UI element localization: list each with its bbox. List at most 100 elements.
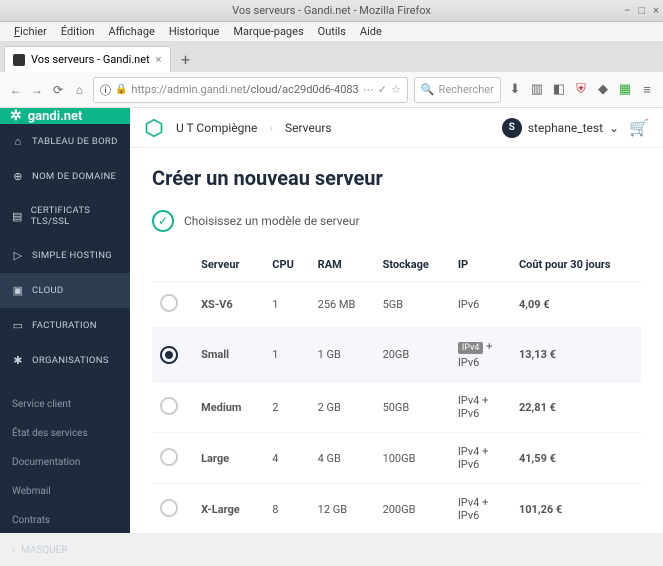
globe-icon: ⊕ [12,170,24,183]
cell-storage: 20GB [375,328,450,382]
ext2-icon[interactable]: ▦ [617,82,633,98]
brand-text: gandi.net [28,109,83,124]
sidebar-item-billing[interactable]: ▭FACTURATION [0,308,130,343]
content: Créer un nouveau serveur ✓ Choisissez un… [130,148,663,533]
forward-button[interactable]: → [29,80,44,100]
sidebar-item-label: TABLEAU DE BORD [32,136,118,147]
menu-bookmarks[interactable]: Marque-pages [227,23,309,40]
table-row[interactable]: Small 1 1 GB 20GB IPv4 +IPv6 13,13 € [152,328,641,382]
menu-view[interactable]: Affichage [102,23,160,40]
sidebar-link-webmail[interactable]: Webmail [0,477,130,506]
back-button[interactable]: ← [8,80,23,100]
menu-file[interactable]: FFichierichier [8,23,53,40]
sidebar-link-contracts[interactable]: Contrats [0,506,130,535]
url-more-icon[interactable]: ⋯ [363,83,374,96]
radio-input[interactable] [160,499,178,517]
cert-icon: ▤ [12,210,23,223]
breadcrumb-servers[interactable]: Serveurs [285,121,332,135]
sidebar-item-hosting[interactable]: ▷SIMPLE HOSTING [0,238,130,273]
table-row[interactable]: XS-V6 1 256 MB 5GB IPv6 4,09 € [152,282,641,328]
cell-ram: 1 GB [310,328,375,382]
sidebar-item-label: NOM DE DOMAINE [32,171,116,182]
breadcrumb-org[interactable]: U T Compiègne [176,121,257,135]
sidebar-item-label: CERTIFICATS TLS/SSL [31,205,118,227]
menu-icon[interactable]: ≡ [639,82,655,98]
chevron-left-icon: ‹ [12,545,15,556]
menu-history[interactable]: Historique [163,23,226,40]
downloads-icon[interactable]: ⬇ [507,82,523,98]
maximize-icon[interactable]: □ [638,4,645,17]
reload-button[interactable]: ⟳ [50,80,65,100]
window-title: Vos serveurs - Gandi.net - Mozilla Firef… [232,4,431,17]
info-icon[interactable]: ⓘ [100,82,111,98]
cell-cpu: 8 [264,484,309,534]
close-window-icon[interactable]: × [653,4,659,17]
radio-input[interactable] [160,448,178,466]
sidebar-item-dashboard[interactable]: ⌂TABLEAU DE BORD [0,124,130,159]
sidebar-collapse-label: MASQUER [21,545,68,556]
tab-title: Vos serveurs - Gandi.net [31,53,150,66]
cell-cpu: 1 [264,328,309,382]
menubar: FFichierichier Édition Affichage Histori… [0,22,663,42]
sidebar-link-docs[interactable]: Documentation [0,448,130,477]
menu-edit[interactable]: Édition [55,23,101,40]
search-bar[interactable]: 🔍 Rechercher [414,77,501,103]
org-icon: ✱ [12,354,24,367]
cell-cpu: 2 [264,382,309,433]
menu-tools[interactable]: Outils [312,23,352,40]
new-tab-button[interactable]: + [173,46,199,72]
browser-tab[interactable]: Vos serveurs - Gandi.net × [4,46,171,72]
cell-storage: 5GB [375,282,450,328]
radio-input[interactable] [160,397,178,415]
sidebar-item-cloud[interactable]: ▣CLOUD [0,273,130,308]
home-button[interactable]: ⌂ [72,80,87,100]
reader-icon[interactable]: ✓ [378,83,387,96]
sidebar-item-label: ORGANISATIONS [32,355,109,366]
library-icon[interactable]: ▥ [529,82,545,98]
cell-cpu: 4 [264,433,309,484]
minimize-icon[interactable]: − [624,4,630,17]
sidebar-collapse[interactable]: ‹ MASQUER [0,535,130,566]
shield-icon[interactable]: ⛨ [573,82,589,98]
user-menu[interactable]: S stephane_test ⌄ [502,118,619,138]
cell-storage: 200GB [375,484,450,534]
sidebar-icon[interactable]: ◧ [551,82,567,98]
lock-icon[interactable]: 🔒 [115,84,127,95]
sidebar-item-domain[interactable]: ⊕ NOM DE DOMAINE [0,159,130,194]
bookmark-icon[interactable]: ☆ [391,83,401,96]
avatar: S [502,118,522,138]
col-server: Serveur [193,248,264,282]
toolbar-icons: ⬇ ▥ ◧ ⛨ ◆ ▦ ≡ [507,82,655,98]
check-icon: ✓ [152,210,174,232]
radio-input[interactable] [160,294,178,312]
col-ip: IP [450,248,511,282]
sidebar-link-support[interactable]: Service client [0,390,130,419]
cell-ram: 4 GB [310,433,375,484]
ext1-icon[interactable]: ◆ [595,82,611,98]
sidebar-link-status[interactable]: État des services [0,419,130,448]
cell-price: 13,13 € [511,328,641,382]
table-row[interactable]: X-Large 8 12 GB 200GB IPv4 +IPv6 101,26 … [152,484,641,534]
col-storage: Stockage [375,248,450,282]
radio-input[interactable] [160,346,178,364]
sidebar-item-orgs[interactable]: ✱ ORGANISATIONS [0,343,130,378]
cell-price: 22,81 € [511,382,641,433]
brand[interactable]: ✲ gandi.net [0,108,130,124]
navbar: ← → ⟳ ⌂ ⓘ 🔒 https://admin.gandi.net/clou… [0,72,663,108]
menu-help[interactable]: Aide [354,23,388,40]
table-row[interactable]: Large 4 4 GB 100GB IPv4 +IPv6 41,59 € [152,433,641,484]
cell-server: X-Large [193,484,264,534]
cell-price: 41,59 € [511,433,641,484]
search-placeholder: Rechercher [439,83,494,96]
cell-ip: IPv4 +IPv6 [450,433,511,484]
step-text: Choisissez un modèle de serveur [184,214,360,228]
sidebar-item-certs[interactable]: ▤ CERTIFICATS TLS/SSL [0,194,130,238]
col-ram: RAM [310,248,375,282]
tab-close-icon[interactable]: × [156,53,162,66]
table-row[interactable]: Medium 2 2 GB 50GB IPv4 +IPv6 22,81 € [152,382,641,433]
cell-ram: 256 MB [310,282,375,328]
url-bar[interactable]: ⓘ 🔒 https://admin.gandi.net/cloud/ac29d0… [93,77,408,103]
step-header: ✓ Choisissez un modèle de serveur [152,210,641,232]
play-icon: ▷ [12,249,24,262]
cart-icon[interactable]: 🛒 [629,118,649,137]
